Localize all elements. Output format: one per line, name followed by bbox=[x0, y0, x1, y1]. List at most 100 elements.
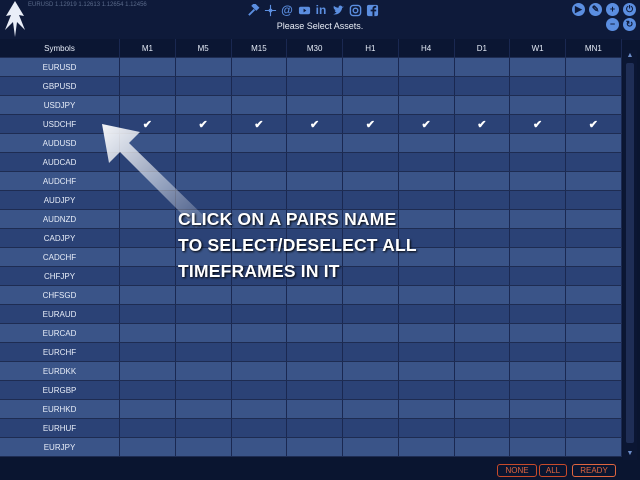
all-button[interactable]: ALL bbox=[539, 464, 567, 477]
timeframe-toggle-cell[interactable] bbox=[232, 438, 288, 456]
timeframe-toggle-cell[interactable] bbox=[287, 362, 343, 380]
timeframe-toggle-cell[interactable] bbox=[120, 229, 176, 247]
symbol-cell[interactable]: CHFSGD bbox=[0, 286, 120, 304]
timeframe-toggle-cell[interactable] bbox=[455, 324, 511, 342]
timeframe-toggle-cell[interactable] bbox=[510, 286, 566, 304]
timeframe-toggle-cell[interactable] bbox=[232, 153, 288, 171]
timeframe-toggle-cell[interactable] bbox=[510, 248, 566, 266]
timeframe-toggle-cell[interactable] bbox=[287, 419, 343, 437]
symbol-cell[interactable]: EURUSD bbox=[0, 58, 120, 76]
timeframe-toggle-cell[interactable] bbox=[120, 77, 176, 95]
timeframe-toggle-cell[interactable] bbox=[287, 58, 343, 76]
timeframe-toggle-cell[interactable] bbox=[232, 58, 288, 76]
timeframe-toggle-cell[interactable] bbox=[120, 267, 176, 285]
timeframe-toggle-cell[interactable] bbox=[176, 419, 232, 437]
column-header-timeframe[interactable]: MN1 bbox=[566, 39, 622, 57]
timeframe-toggle-cell[interactable] bbox=[176, 96, 232, 114]
timeframe-toggle-cell[interactable] bbox=[343, 438, 399, 456]
timeframe-toggle-cell[interactable] bbox=[343, 286, 399, 304]
timeframe-toggle-cell[interactable] bbox=[232, 96, 288, 114]
timeframe-toggle-cell[interactable] bbox=[232, 324, 288, 342]
column-header-symbols[interactable]: Symbols bbox=[0, 39, 120, 57]
timeframe-toggle-cell[interactable] bbox=[510, 362, 566, 380]
timeframe-toggle-cell[interactable] bbox=[176, 77, 232, 95]
timeframe-toggle-cell[interactable] bbox=[566, 229, 622, 247]
add-icon[interactable]: + bbox=[606, 3, 619, 16]
symbol-cell[interactable]: EURJPY bbox=[0, 438, 120, 456]
timeframe-toggle-cell[interactable] bbox=[399, 96, 455, 114]
timeframe-toggle-cell[interactable] bbox=[343, 77, 399, 95]
timeframe-toggle-cell[interactable] bbox=[343, 172, 399, 190]
timeframe-toggle-cell[interactable] bbox=[566, 134, 622, 152]
timeframe-toggle-cell[interactable] bbox=[287, 286, 343, 304]
timeframe-toggle-cell[interactable] bbox=[176, 362, 232, 380]
timeframe-toggle-cell[interactable] bbox=[510, 172, 566, 190]
timeframe-toggle-cell[interactable] bbox=[343, 381, 399, 399]
column-header-timeframe[interactable]: M5 bbox=[176, 39, 232, 57]
instagram-icon[interactable] bbox=[348, 3, 362, 17]
timeframe-toggle-cell[interactable] bbox=[566, 267, 622, 285]
symbol-cell[interactable]: EURGBP bbox=[0, 381, 120, 399]
timeframe-toggle-cell[interactable] bbox=[455, 134, 511, 152]
timeframe-toggle-cell[interactable]: ✔ bbox=[455, 115, 511, 133]
timeframe-toggle-cell[interactable] bbox=[176, 324, 232, 342]
ready-button[interactable]: READY bbox=[572, 464, 616, 477]
timeframe-toggle-cell[interactable] bbox=[399, 324, 455, 342]
timeframe-toggle-cell[interactable] bbox=[399, 58, 455, 76]
timeframe-toggle-cell[interactable] bbox=[566, 305, 622, 323]
timeframe-toggle-cell[interactable] bbox=[343, 153, 399, 171]
timeframe-toggle-cell[interactable] bbox=[232, 172, 288, 190]
timeframe-toggle-cell[interactable] bbox=[566, 77, 622, 95]
timeframe-toggle-cell[interactable] bbox=[455, 419, 511, 437]
play-icon[interactable]: ▶ bbox=[572, 3, 585, 16]
timeframe-toggle-cell[interactable] bbox=[287, 324, 343, 342]
timeframe-toggle-cell[interactable] bbox=[510, 381, 566, 399]
timeframe-toggle-cell[interactable] bbox=[566, 381, 622, 399]
symbol-cell[interactable]: EURHKD bbox=[0, 400, 120, 418]
timeframe-toggle-cell[interactable] bbox=[510, 419, 566, 437]
timeframe-toggle-cell[interactable] bbox=[120, 343, 176, 361]
timeframe-toggle-cell[interactable] bbox=[455, 96, 511, 114]
timeframe-toggle-cell[interactable] bbox=[399, 419, 455, 437]
symbol-cell[interactable]: CADCHF bbox=[0, 248, 120, 266]
timeframe-toggle-cell[interactable] bbox=[399, 77, 455, 95]
timeframe-toggle-cell[interactable] bbox=[343, 134, 399, 152]
email-at-icon[interactable]: @ bbox=[280, 3, 294, 17]
network-icon[interactable] bbox=[263, 3, 277, 17]
symbol-cell[interactable]: EURAUD bbox=[0, 305, 120, 323]
timeframe-toggle-cell[interactable] bbox=[510, 210, 566, 228]
timeframe-toggle-cell[interactable] bbox=[232, 343, 288, 361]
refresh-icon[interactable]: ↻ bbox=[623, 18, 636, 31]
timeframe-toggle-cell[interactable] bbox=[566, 400, 622, 418]
timeframe-toggle-cell[interactable] bbox=[287, 305, 343, 323]
timeframe-toggle-cell[interactable] bbox=[399, 153, 455, 171]
linkedin-icon[interactable]: in bbox=[314, 3, 328, 17]
timeframe-toggle-cell[interactable] bbox=[176, 305, 232, 323]
column-header-timeframe[interactable]: H4 bbox=[399, 39, 455, 57]
timeframe-toggle-cell[interactable] bbox=[287, 134, 343, 152]
column-header-timeframe[interactable]: D1 bbox=[455, 39, 511, 57]
timeframe-toggle-cell[interactable] bbox=[287, 153, 343, 171]
symbol-cell[interactable]: EURDKK bbox=[0, 362, 120, 380]
timeframe-toggle-cell[interactable] bbox=[120, 58, 176, 76]
timeframe-toggle-cell[interactable] bbox=[120, 324, 176, 342]
timeframe-toggle-cell[interactable] bbox=[399, 362, 455, 380]
timeframe-toggle-cell[interactable] bbox=[566, 172, 622, 190]
timeframe-toggle-cell[interactable] bbox=[343, 362, 399, 380]
timeframe-toggle-cell[interactable] bbox=[120, 400, 176, 418]
timeframe-toggle-cell[interactable] bbox=[287, 96, 343, 114]
timeframe-toggle-cell[interactable] bbox=[120, 286, 176, 304]
column-header-timeframe[interactable]: H1 bbox=[343, 39, 399, 57]
timeframe-toggle-cell[interactable] bbox=[510, 305, 566, 323]
timeframe-toggle-cell[interactable] bbox=[287, 381, 343, 399]
timeframe-toggle-cell[interactable] bbox=[176, 400, 232, 418]
symbol-cell[interactable]: GBPUSD bbox=[0, 77, 120, 95]
timeframe-toggle-cell[interactable] bbox=[120, 419, 176, 437]
timeframe-toggle-cell[interactable] bbox=[176, 343, 232, 361]
timeframe-toggle-cell[interactable] bbox=[566, 343, 622, 361]
column-header-timeframe[interactable]: W1 bbox=[510, 39, 566, 57]
timeframe-toggle-cell[interactable] bbox=[343, 419, 399, 437]
timeframe-toggle-cell[interactable] bbox=[566, 210, 622, 228]
timeframe-toggle-cell[interactable] bbox=[343, 400, 399, 418]
settings-icon[interactable]: ✎ bbox=[589, 3, 602, 16]
